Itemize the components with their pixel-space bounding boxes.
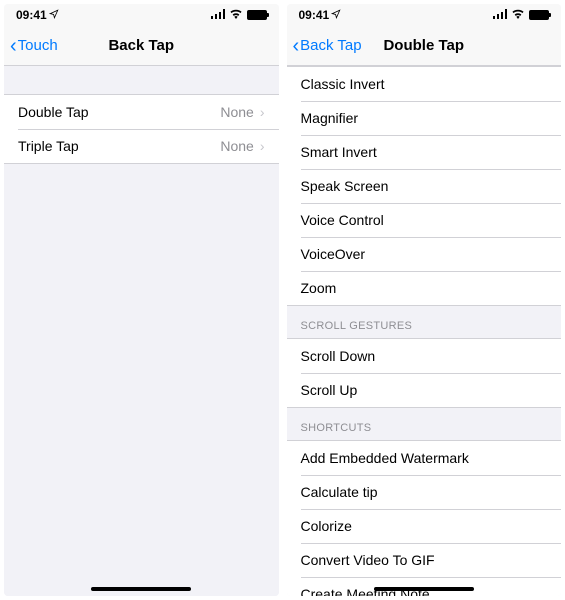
status-time: 09:41 xyxy=(16,8,47,22)
battery-icon xyxy=(529,10,549,20)
row-colorize[interactable]: Colorize xyxy=(287,509,562,543)
row-scroll-up[interactable]: Scroll Up xyxy=(287,373,562,407)
section-header-scroll: Scroll Gestures xyxy=(287,306,562,338)
row-label: Zoom xyxy=(301,280,548,296)
row-value: None xyxy=(220,104,253,120)
back-label: Back Tap xyxy=(300,37,361,54)
page-title: Double Tap xyxy=(383,37,464,54)
phone-double-tap: 09:41 ‹ Back Tap Double Tap Classic Inve… xyxy=(287,4,562,596)
chevron-left-icon: ‹ xyxy=(10,36,17,56)
row-label: Scroll Up xyxy=(301,382,548,398)
shortcuts-list: Add Embedded Watermark Calculate tip Col… xyxy=(287,440,562,596)
row-voice-control[interactable]: Voice Control xyxy=(287,203,562,237)
row-label: Classic Invert xyxy=(301,76,548,92)
row-label: Convert Video To GIF xyxy=(301,552,548,568)
content: Classic Invert Magnifier Smart Invert Sp… xyxy=(287,66,562,596)
row-label: Voice Control xyxy=(301,212,548,228)
row-voiceover[interactable]: VoiceOver xyxy=(287,237,562,271)
row-smart-invert[interactable]: Smart Invert xyxy=(287,135,562,169)
row-label: Colorize xyxy=(301,518,548,534)
home-indicator[interactable] xyxy=(91,587,191,591)
row-label: Magnifier xyxy=(301,110,548,126)
home-indicator[interactable] xyxy=(374,587,474,591)
phone-back-tap: 09:41 ‹ Touch Back Tap Double Tap No xyxy=(4,4,279,596)
row-label: Double Tap xyxy=(18,104,220,120)
row-double-tap[interactable]: Double Tap None › xyxy=(4,95,279,129)
row-label: Triple Tap xyxy=(18,138,220,154)
wifi-icon xyxy=(229,8,243,22)
row-magnifier[interactable]: Magnifier xyxy=(287,101,562,135)
row-classic-invert[interactable]: Classic Invert xyxy=(287,67,562,101)
location-icon xyxy=(49,8,59,22)
page-title: Back Tap xyxy=(108,37,174,54)
row-label: Scroll Down xyxy=(301,348,548,364)
options-list: Double Tap None › Triple Tap None › xyxy=(4,94,279,164)
accessibility-list: Classic Invert Magnifier Smart Invert Sp… xyxy=(287,66,562,306)
scroll-gestures-list: Scroll Down Scroll Up xyxy=(287,338,562,408)
back-button[interactable]: ‹ Touch xyxy=(10,36,58,56)
row-label: Calculate tip xyxy=(301,484,548,500)
row-add-watermark[interactable]: Add Embedded Watermark xyxy=(287,441,562,475)
row-label: VoiceOver xyxy=(301,246,548,262)
status-bar: 09:41 xyxy=(4,4,279,26)
row-label: Add Embedded Watermark xyxy=(301,450,548,466)
chevron-left-icon: ‹ xyxy=(293,36,300,56)
nav-bar: ‹ Back Tap Double Tap xyxy=(287,26,562,66)
row-convert-video[interactable]: Convert Video To GIF xyxy=(287,543,562,577)
content: Double Tap None › Triple Tap None › xyxy=(4,66,279,596)
nav-bar: ‹ Touch Back Tap xyxy=(4,26,279,66)
status-bar: 09:41 xyxy=(287,4,562,26)
section-header-shortcuts: Shortcuts xyxy=(287,408,562,440)
location-icon xyxy=(331,8,341,22)
back-button[interactable]: ‹ Back Tap xyxy=(293,36,362,56)
signal-icon xyxy=(211,8,225,22)
row-scroll-down[interactable]: Scroll Down xyxy=(287,339,562,373)
row-value: None xyxy=(220,138,253,154)
status-time: 09:41 xyxy=(299,8,330,22)
row-zoom[interactable]: Zoom xyxy=(287,271,562,305)
chevron-right-icon: › xyxy=(260,138,265,154)
row-speak-screen[interactable]: Speak Screen xyxy=(287,169,562,203)
row-calculate-tip[interactable]: Calculate tip xyxy=(287,475,562,509)
back-label: Touch xyxy=(18,37,58,54)
row-label: Smart Invert xyxy=(301,144,548,160)
battery-icon xyxy=(247,10,267,20)
row-label: Speak Screen xyxy=(301,178,548,194)
signal-icon xyxy=(493,8,507,22)
chevron-right-icon: › xyxy=(260,104,265,120)
wifi-icon xyxy=(511,8,525,22)
row-triple-tap[interactable]: Triple Tap None › xyxy=(4,129,279,163)
